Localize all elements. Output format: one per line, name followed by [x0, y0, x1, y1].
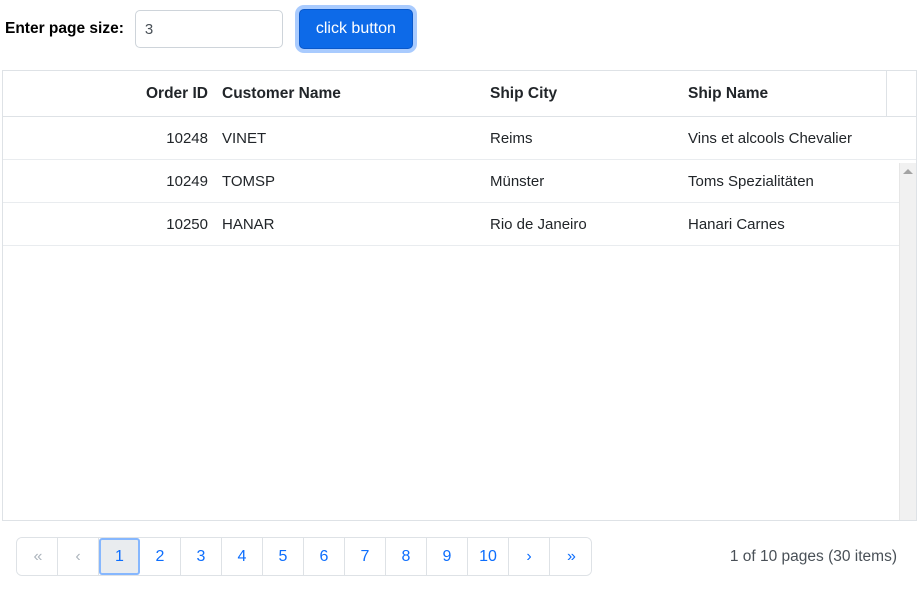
- click-button[interactable]: click button: [298, 9, 413, 49]
- cell-customer-name: TOMSP: [222, 172, 276, 190]
- cell-order-id: 10250: [166, 215, 208, 233]
- page-size-label: Enter page size:: [5, 20, 124, 37]
- cell-ship-city: Münster: [490, 172, 545, 190]
- cell-spacer: [886, 117, 916, 159]
- pager-status-text: 1 of 10 pages (30 items): [729, 547, 897, 565]
- cell-ship-city: Reims: [490, 129, 533, 147]
- pager-prev-button[interactable]: ‹: [58, 538, 99, 575]
- grid-body: 10248 VINET Reims Vins et alcools Cheval…: [3, 117, 916, 520]
- scroll-up-icon[interactable]: [900, 163, 916, 180]
- cell-ship-name: Vins et alcools Chevalier: [688, 129, 852, 147]
- double-chevron-right-icon: »: [567, 547, 576, 565]
- pager-page-6[interactable]: 6: [304, 538, 345, 575]
- column-header-customer-name[interactable]: Customer Name: [208, 71, 471, 116]
- cell-customer-name: HANAR: [222, 215, 275, 233]
- page-size-input[interactable]: [134, 10, 283, 48]
- table-row[interactable]: 10250 HANAR Rio de Janeiro Hanari Carnes: [3, 203, 916, 246]
- table-row[interactable]: 10249 TOMSP Münster Toms Spezialitäten: [3, 160, 916, 203]
- orders-grid: Order ID Customer Name Ship City Ship Na…: [2, 70, 917, 521]
- column-header-ship-city[interactable]: Ship City: [471, 71, 677, 116]
- table-row[interactable]: 10248 VINET Reims Vins et alcools Cheval…: [3, 117, 916, 160]
- pager-page-9[interactable]: 9: [427, 538, 468, 575]
- pager-page-4[interactable]: 4: [222, 538, 263, 575]
- pager-page-3[interactable]: 3: [181, 538, 222, 575]
- grid-header-row: Order ID Customer Name Ship City Ship Na…: [3, 71, 916, 117]
- grid-vertical-scrollbar[interactable]: [899, 163, 916, 520]
- cell-ship-name: Toms Spezialitäten: [688, 172, 814, 190]
- pager-next-button[interactable]: ›: [509, 538, 550, 575]
- pager-page-1[interactable]: 1: [99, 538, 140, 575]
- pager-first-button[interactable]: «: [17, 538, 58, 575]
- pager-buttons: « ‹ 1 2 3 4 5 6 7 8 9 10 › »: [16, 537, 592, 576]
- header-scrollbar-gutter: [886, 71, 916, 116]
- pager-page-8[interactable]: 8: [386, 538, 427, 575]
- pager-page-7[interactable]: 7: [345, 538, 386, 575]
- pager-page-5[interactable]: 5: [263, 538, 304, 575]
- pager-page-10[interactable]: 10: [468, 538, 509, 575]
- cell-customer-name: VINET: [222, 129, 267, 147]
- cell-order-id: 10249: [166, 172, 208, 190]
- pager-last-button[interactable]: »: [550, 538, 591, 575]
- chevron-left-icon: ‹: [75, 547, 81, 565]
- cell-ship-name: Hanari Carnes: [688, 215, 785, 233]
- cell-order-id: 10248: [166, 129, 208, 147]
- chevron-right-icon: ›: [526, 547, 532, 565]
- pager: « ‹ 1 2 3 4 5 6 7 8 9 10 › » 1 of 10 pag…: [0, 521, 919, 592]
- column-header-order-id[interactable]: Order ID: [3, 71, 208, 116]
- cell-ship-city: Rio de Janeiro: [490, 215, 587, 233]
- double-chevron-left-icon: «: [33, 547, 43, 565]
- column-header-ship-name[interactable]: Ship Name: [677, 71, 886, 116]
- pager-page-2[interactable]: 2: [140, 538, 181, 575]
- page-size-toolbar: Enter page size: click button: [0, 0, 919, 58]
